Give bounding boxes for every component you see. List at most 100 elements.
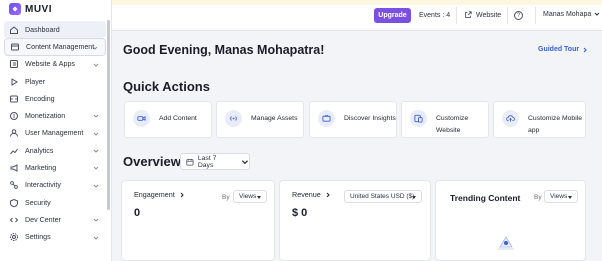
quick-action-label: Manage Assets	[251, 115, 298, 122]
chevron-down-icon	[93, 218, 99, 222]
top-bar: Upgrade Events : 4 Website ? Manas Mohap…	[112, 0, 602, 31]
greeting-heading: Good Evening, Manas Mohapatra!	[123, 43, 325, 57]
interactivity-icon	[9, 180, 19, 190]
users-icon	[9, 128, 19, 138]
top-banner-strip	[112, 0, 602, 5]
code-icon	[9, 215, 19, 225]
sidebar-nav: Dashboard Content Management Website & App…	[4, 21, 106, 246]
chevron-down-icon	[93, 184, 99, 188]
chevron-down-icon	[93, 132, 99, 136]
sidebar-item-content-management[interactable]: Content Management	[4, 38, 106, 56]
caret-down-icon	[257, 196, 261, 199]
sidebar-item-dev-center[interactable]: Dev Center	[4, 211, 106, 228]
guided-tour-link[interactable]: Guided Tour	[538, 46, 588, 53]
caret-down-icon	[568, 196, 572, 199]
external-link-icon	[465, 11, 472, 18]
analytics-icon	[9, 146, 19, 156]
quick-actions-title: Quick Actions	[123, 79, 210, 94]
chevron-down-icon	[93, 167, 99, 171]
revenue-value: $ 0	[292, 207, 308, 219]
currency-select[interactable]: United States USD ($)	[344, 190, 422, 203]
quick-action-add-content[interactable]: Add Content	[124, 101, 212, 138]
quick-action-customize-website[interactable]: Customize Website	[401, 101, 489, 138]
divider	[535, 7, 536, 24]
engagement-title[interactable]: Engagement	[134, 190, 185, 199]
broadcast-icon	[225, 110, 242, 127]
period-select[interactable]: Last 7 Days	[180, 153, 250, 170]
sidebar-item-label: Monetization	[25, 112, 66, 121]
engagement-panel: Engagement 0 By Views	[121, 180, 275, 261]
sidebar-item-marketing[interactable]: Marketing	[4, 159, 106, 176]
calendar-icon	[186, 158, 194, 166]
chevron-down-icon	[241, 159, 249, 164]
sidebar-item-label: Content Management	[26, 42, 95, 51]
sidebar-item-label: Marketing	[25, 164, 57, 173]
sidebar-item-label: Website & Apps	[25, 60, 75, 69]
quick-action-customize-mobile-app[interactable]: Customize Mobile app	[493, 101, 586, 138]
sidebar-item-monetization[interactable]: Monetization	[4, 107, 106, 124]
muvi-logo-icon	[9, 3, 21, 15]
empty-state-illustration-icon	[498, 236, 514, 250]
sidebar-item-website-apps[interactable]: Website & Apps	[4, 56, 106, 73]
sidebar-item-dashboard[interactable]: Dashboard	[4, 21, 106, 39]
sidebar-item-settings[interactable]: Settings	[4, 229, 106, 246]
currency-value: United States USD ($)	[350, 193, 415, 200]
period-label: Last 7 Days	[197, 154, 217, 169]
monetization-icon	[9, 111, 19, 121]
sidebar-item-label: Encoding	[25, 94, 55, 103]
sidebar-item-encoding[interactable]: Encoding	[4, 90, 106, 107]
chevron-down-icon	[93, 149, 99, 153]
sidebar-item-security[interactable]: Security	[4, 194, 106, 211]
sidebar-item-user-management[interactable]: User Management	[4, 125, 106, 142]
events-counter[interactable]: Events : 4	[419, 12, 450, 19]
device-icon	[410, 110, 427, 127]
upload-cloud-icon	[502, 110, 519, 127]
engagement-metric-value: Views	[239, 193, 257, 200]
video-icon	[133, 110, 150, 127]
chevron-down-icon	[93, 236, 99, 240]
home-icon	[9, 25, 19, 35]
quick-action-manage-assets[interactable]: Manage Assets	[216, 101, 304, 138]
trending-metric-value: Views	[550, 193, 568, 200]
user-menu-name[interactable]: Manas Mohapa	[543, 11, 591, 18]
help-icon[interactable]: ?	[514, 11, 523, 20]
quick-action-discover-insights[interactable]: Discover Insights	[309, 101, 397, 138]
engagement-metric-select[interactable]: Views	[233, 190, 267, 203]
sidebar-item-analytics[interactable]: Analytics	[4, 142, 106, 159]
sidebar-item-player[interactable]: Player	[4, 73, 106, 90]
quick-action-label: Discover Insights	[344, 115, 396, 122]
sidebar-item-label: Analytics	[25, 146, 54, 155]
gear-icon	[9, 232, 19, 242]
engagement-title-label: Engagement	[134, 190, 175, 199]
by-label: By	[222, 194, 230, 201]
revenue-title[interactable]: Revenue	[292, 190, 331, 199]
upgrade-button[interactable]: Upgrade	[374, 8, 411, 23]
trending-panel: Trending Content By Views	[435, 180, 586, 261]
trending-metric-select[interactable]: Views	[544, 190, 578, 203]
sidebar-item-label: Dev Center	[25, 215, 61, 224]
trending-title: Trending Content	[450, 193, 521, 203]
sidebar-item-label: Interactivity	[25, 181, 61, 190]
quick-action-label: Customize Mobile app	[528, 115, 583, 134]
logo[interactable]: MUVI	[9, 2, 52, 16]
sidebar-item-interactivity[interactable]: Interactivity	[4, 177, 106, 194]
chevron-right-icon	[583, 47, 587, 52]
sidebar-item-label: Settings	[25, 233, 51, 242]
encoding-icon	[9, 94, 19, 104]
chevron-right-icon	[326, 192, 330, 197]
sidebar-scrollbar[interactable]	[107, 20, 110, 210]
sidebar-item-label: Security	[25, 198, 51, 207]
website-apps-icon	[9, 59, 19, 69]
chevron-down-icon	[92, 46, 98, 51]
website-link[interactable]: Website	[464, 11, 501, 19]
marketing-icon	[9, 163, 19, 173]
chevron-down-icon	[93, 115, 99, 119]
quick-action-label: Customize Website	[436, 115, 469, 134]
tv-icon	[318, 110, 335, 127]
overview-title: Overview	[123, 154, 181, 169]
caret-down-icon	[412, 196, 416, 199]
sidebar-item-label: Player	[25, 77, 46, 86]
content-icon	[10, 42, 20, 52]
chevron-down-icon[interactable]	[594, 11, 600, 17]
website-link-label: Website	[476, 11, 502, 19]
